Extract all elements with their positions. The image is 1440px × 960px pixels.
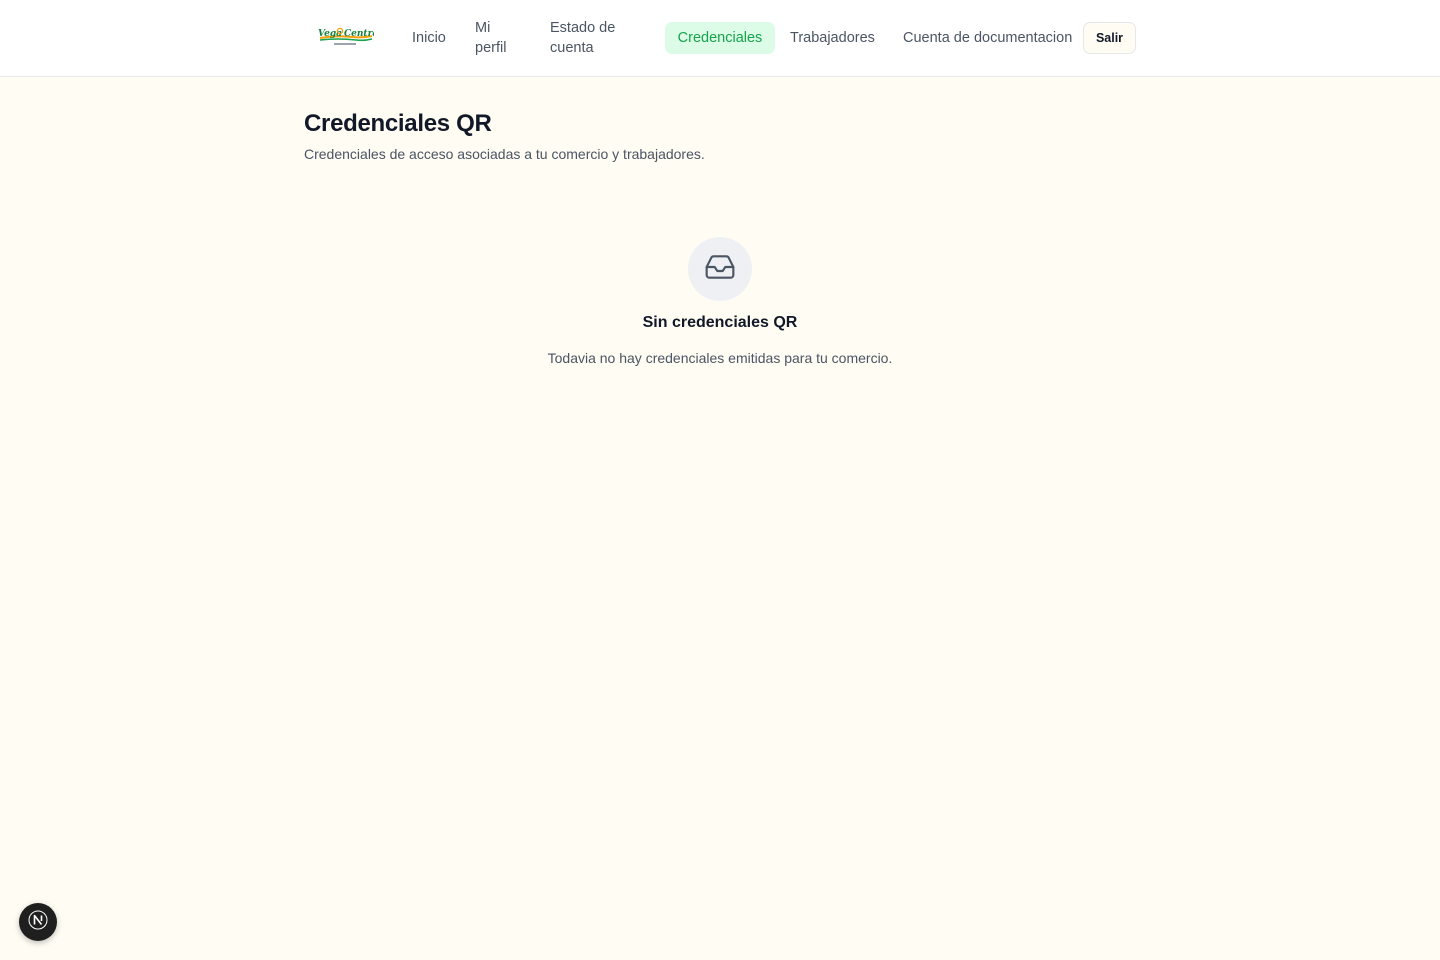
empty-state-text: Todavia no hay credenciales emitidas par… [547,350,893,366]
svg-text:Central: Central [344,29,374,39]
vega-central-logo[interactable]: Vega Central [316,24,382,50]
top-navbar: Vega Central Inicio Mi perfil Estado de … [0,0,1440,77]
inbox-icon [704,251,736,288]
nav-cuenta-de-documentacion[interactable]: Cuenta de documentacion [903,28,1072,48]
nav-trabajadores[interactable]: Trabajadores [790,28,875,48]
nextjs-dev-badge[interactable] [19,903,57,941]
page-subtitle: Credenciales de acceso asociadas a tu co… [304,146,705,162]
empty-state-icon-circle [688,237,752,301]
nav-estado-de-cuenta[interactable]: Estado de cuenta [550,18,630,58]
nav-inicio[interactable]: Inicio [412,28,446,48]
logout-button[interactable]: Salir [1083,22,1136,54]
svg-text:Vega: Vega [318,29,342,39]
page-title: Credenciales QR [304,110,492,137]
empty-state-title: Sin credenciales QR [642,314,798,331]
logo-image: Vega Central [318,27,382,45]
nav-mi-perfil[interactable]: Mi perfil [475,18,519,58]
nav-credenciales[interactable]: Credenciales [665,22,775,54]
nextjs-icon [28,910,48,935]
